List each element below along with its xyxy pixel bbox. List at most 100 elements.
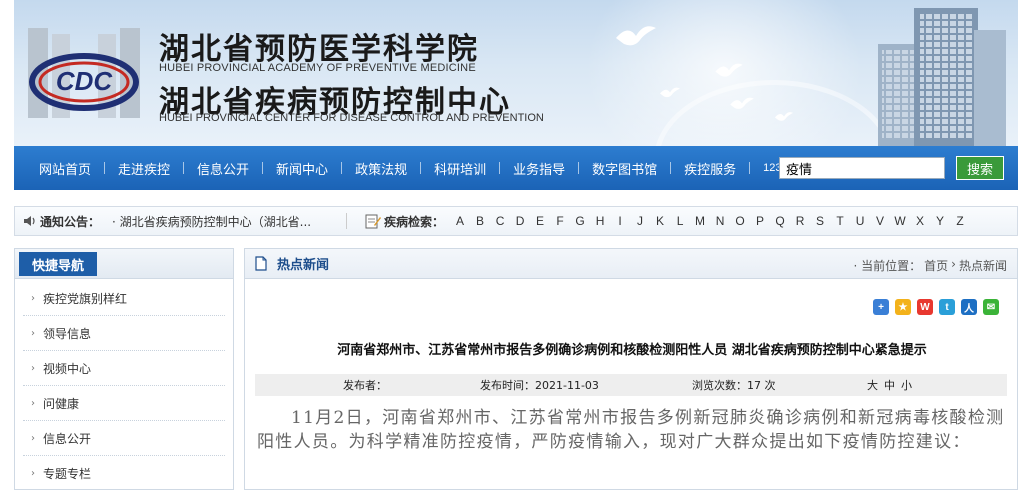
letter-p[interactable]: P [750, 214, 770, 228]
renren-icon[interactable]: 人 [961, 299, 977, 315]
letter-b[interactable]: B [470, 214, 490, 228]
letter-m[interactable]: M [690, 214, 710, 228]
sidebar-item-video[interactable]: › 视频中心 [23, 351, 225, 386]
letter-w[interactable]: W [890, 214, 910, 228]
notice-label: 通知公告： [40, 214, 101, 229]
nav-guidance[interactable]: 业务指导 [500, 159, 578, 178]
dove-icon [715, 63, 743, 77]
notice-link[interactable]: · 湖北省疾病预防控制中心（湖北省... [112, 213, 332, 230]
nav-policy[interactable]: 政策法规 [342, 159, 420, 178]
org-title-en-cdc: HUBEI PROVINCIAL CENTER FOR DISEASE CONT… [159, 112, 544, 124]
letter-s[interactable]: S [810, 214, 830, 228]
letter-k[interactable]: K [650, 214, 670, 228]
sidebar-item-label: 视频中心 [43, 361, 92, 376]
article-headline: 河南省郑州市、江苏省常州市报告多例确诊病例和核酸检测阳性人员 湖北省疾病预防控制… [337, 343, 927, 358]
font-medium-button[interactable]: 中 [884, 377, 895, 393]
sidebar-item-special[interactable]: › 专题专栏 [23, 456, 225, 490]
font-large-button[interactable]: 大 [867, 377, 878, 393]
nav-library[interactable]: 数字图书馆 [579, 159, 670, 178]
letter-a[interactable]: A [450, 214, 470, 228]
breadcrumb-home[interactable]: 首页 [924, 257, 948, 274]
dove-icon [730, 97, 754, 109]
disease-letter-index: A B C D E F G H I J K L M N O P Q R S T … [450, 214, 970, 228]
sidebar-item-label: 领导信息 [43, 326, 92, 341]
breadcrumb-prefix: · 当前位置： [853, 259, 922, 273]
article-panel: 热点新闻 · 当前位置： 首页 › 热点新闻 + ★ W t 人 ✉ 河南省郑州… [244, 248, 1018, 490]
search-button[interactable]: 搜索 [956, 156, 1004, 180]
sidebar-header: 快捷导航 [15, 249, 233, 279]
weibo-icon[interactable]: W [917, 299, 933, 315]
org-title-en-academy: HUBEI PROVINCIAL ACADEMY OF PREVENTIVE M… [159, 62, 476, 74]
letter-l[interactable]: L [670, 214, 690, 228]
letter-x[interactable]: X [910, 214, 930, 228]
arrow-right-icon: › [31, 467, 35, 479]
font-size-switcher: 大 中 小 [867, 377, 912, 393]
nav-home[interactable]: 网站首页 [26, 159, 104, 178]
letter-r[interactable]: R [790, 214, 810, 228]
nav-about[interactable]: 走进疾控 [105, 159, 183, 178]
disease-search-label: 疾病检索： [384, 214, 445, 229]
breadcrumb-separator: › [951, 257, 956, 271]
letter-h[interactable]: H [590, 214, 610, 228]
nav-info-public[interactable]: 信息公开 [184, 159, 262, 178]
arrow-right-icon: › [31, 292, 35, 304]
letter-y[interactable]: Y [930, 214, 950, 228]
main-nav: 网站首页 走进疾控 信息公开 新闻中心 政策法规 科研培训 业务指导 数字图书馆… [14, 146, 1018, 190]
publisher-label: 发布者： [343, 379, 387, 392]
letter-f[interactable]: F [550, 214, 570, 228]
article-body: 11月2日，河南省郑州市、江苏省常州市报告多例新冠肺炎确诊病例和新冠病毒核酸检测… [257, 408, 1005, 452]
letter-v[interactable]: V [870, 214, 890, 228]
sidebar-item-label: 信息公开 [43, 431, 92, 446]
svg-text:CDC: CDC [56, 66, 114, 96]
letter-g[interactable]: G [570, 214, 590, 228]
sidebar-title: 快捷导航 [19, 252, 97, 276]
search-input[interactable] [779, 157, 945, 179]
plus-share-icon[interactable]: + [873, 299, 889, 315]
letter-u[interactable]: U [850, 214, 870, 228]
sidebar-item-label: 问健康 [43, 396, 80, 411]
article-meta-bar: 发布者： 发布时间：2021-11-03 浏览次数：17 次 大 中 小 [255, 374, 1007, 396]
sidebar-item-party[interactable]: › 疾控党旗别样红 [23, 281, 225, 316]
letter-i[interactable]: I [610, 214, 630, 228]
dove-icon [774, 112, 794, 121]
arrow-right-icon: › [31, 362, 35, 374]
cdc-logo-icon: CDC [28, 28, 140, 118]
speaker-icon [24, 216, 35, 226]
nav-research[interactable]: 科研培训 [421, 159, 499, 178]
sidebar-item-info-public[interactable]: › 信息公开 [23, 421, 225, 456]
sidebar-item-leaders[interactable]: › 领导信息 [23, 316, 225, 351]
panel-title: 热点新闻 [277, 258, 330, 273]
tencent-weibo-icon[interactable]: t [939, 299, 955, 315]
font-small-button[interactable]: 小 [901, 377, 912, 393]
arrow-right-icon: › [31, 397, 35, 409]
wechat-icon[interactable]: ✉ [983, 299, 999, 315]
letter-d[interactable]: D [510, 214, 530, 228]
share-toolbar: + ★ W t 人 ✉ [873, 299, 999, 315]
letter-j[interactable]: J [630, 214, 650, 228]
article-panel-header: 热点新闻 · 当前位置： 首页 › 热点新闻 [245, 249, 1017, 279]
sidebar-item-health-qa[interactable]: › 问健康 [23, 386, 225, 421]
nav-news[interactable]: 新闻中心 [263, 159, 341, 178]
letter-z[interactable]: Z [950, 214, 970, 228]
letter-c[interactable]: C [490, 214, 510, 228]
quick-nav-sidebar: 快捷导航 › 疾控党旗别样红 › 领导信息 › 视频中心 › 问健康 › 信息公… [14, 248, 234, 490]
letter-q[interactable]: Q [770, 214, 790, 228]
letter-e[interactable]: E [530, 214, 550, 228]
nav-services[interactable]: 疾控服务 [671, 159, 749, 178]
letter-n[interactable]: N [710, 214, 730, 228]
breadcrumb-current[interactable]: 热点新闻 [959, 257, 1007, 274]
header-banner: CDC 湖北省预防医学科学院 HUBEI PROVINCIAL ACADEMY … [14, 0, 1018, 146]
arrow-right-icon: › [31, 432, 35, 444]
qzone-icon[interactable]: ★ [895, 299, 911, 315]
letter-o[interactable]: O [730, 214, 750, 228]
building-image [878, 8, 1006, 146]
sidebar-list: › 疾控党旗别样红 › 领导信息 › 视频中心 › 问健康 › 信息公开 › 专… [15, 279, 233, 490]
letter-t[interactable]: T [830, 214, 850, 228]
breadcrumb: · 当前位置： 首页 › 热点新闻 [851, 257, 1007, 274]
edit-search-icon [365, 214, 382, 229]
notice-bar: 通知公告： · 湖北省疾病预防控制中心（湖北省... 疾病检索： A B C D… [14, 206, 1018, 236]
notice-divider [346, 213, 348, 229]
arrow-right-icon: › [31, 327, 35, 339]
sidebar-item-label: 疾控党旗别样红 [43, 291, 128, 306]
publish-time: 发布时间：2021-11-03 [480, 379, 599, 392]
